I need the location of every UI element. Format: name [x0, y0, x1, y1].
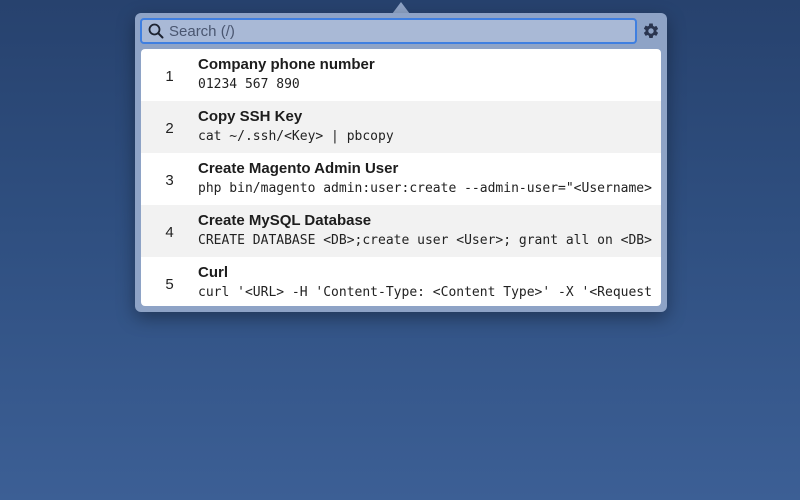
snippets-popover: 1 Company phone number 01234 567 890 2 C… — [135, 13, 667, 312]
item-title: Copy SSH Key — [198, 108, 303, 125]
list-item[interactable]: 5 Curl curl '<URL> -H 'Content-Type: <Co… — [141, 257, 661, 306]
item-index: 1 — [165, 67, 174, 85]
item-index: 2 — [165, 119, 174, 137]
item-title: Create MySQL Database — [198, 212, 372, 229]
item-title: Curl — [198, 264, 228, 281]
snippet-list: 1 Company phone number 01234 567 890 2 C… — [141, 49, 661, 306]
item-command: curl '<URL> -H 'Content-Type: <Content T… — [198, 285, 652, 300]
item-command: CREATE DATABASE <DB>;create user <User>;… — [198, 233, 652, 248]
popover-arrow — [392, 0, 410, 14]
list-item[interactable]: 3 Create Magento Admin User php bin/mage… — [141, 153, 661, 205]
search-bar[interactable] — [140, 18, 637, 44]
item-index: 4 — [165, 223, 174, 241]
item-title: Company phone number — [198, 56, 375, 73]
gear-icon[interactable] — [641, 21, 661, 41]
list-item[interactable]: 1 Company phone number 01234 567 890 — [141, 49, 661, 101]
item-command: 01234 567 890 — [198, 77, 300, 92]
item-command: cat ~/.ssh/<Key> | pbcopy — [198, 129, 394, 144]
item-index: 5 — [165, 275, 174, 293]
item-command: php bin/magento admin:user:create --admi… — [198, 181, 652, 196]
list-item[interactable]: 4 Create MySQL Database CREATE DATABASE … — [141, 205, 661, 257]
item-title: Create Magento Admin User — [198, 160, 399, 177]
search-icon — [148, 23, 164, 39]
item-index: 3 — [165, 171, 174, 189]
list-item[interactable]: 2 Copy SSH Key cat ~/.ssh/<Key> | pbcopy — [141, 101, 661, 153]
search-input[interactable] — [169, 22, 635, 40]
